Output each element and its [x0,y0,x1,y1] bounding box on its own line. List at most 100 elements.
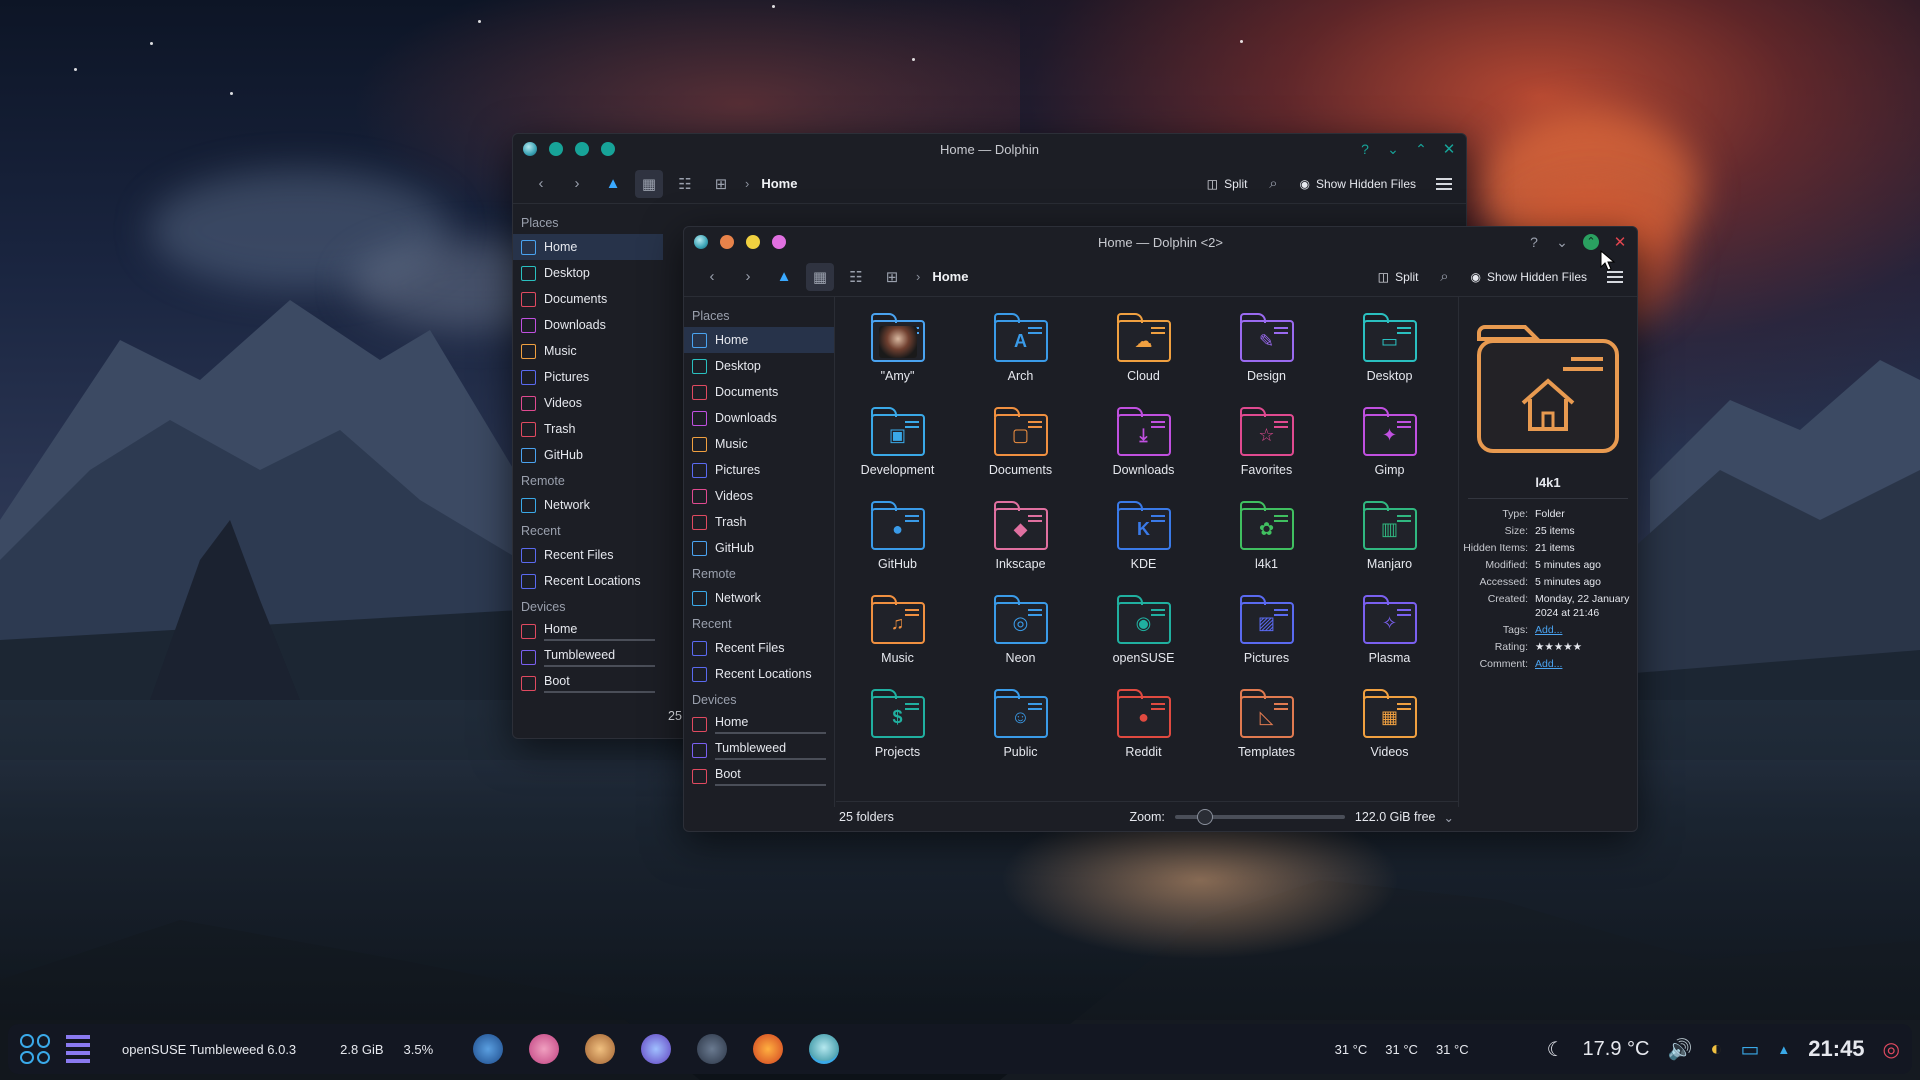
folder-item-downloads[interactable]: ⤓ Downloads [1082,397,1205,491]
sidebar-item-boot[interactable]: Boot [684,763,834,789]
window-dot-orange-icon[interactable] [720,235,734,249]
compact-view-icon[interactable]: ☷ [842,263,870,291]
back-icon[interactable]: ‹ [698,263,726,291]
details-view-icon[interactable]: ⊞ [707,170,735,198]
folder-item-videos[interactable]: ▦ Videos [1328,679,1451,773]
folder-item-desktop[interactable]: ▭ Desktop [1328,303,1451,397]
folder-item-l4k1[interactable]: ✿ l4k1 [1205,491,1328,585]
folder-item-cloud[interactable]: ☁ Cloud [1082,303,1205,397]
sidebar-item-home[interactable]: Home [513,618,663,644]
forward-icon[interactable]: › [734,263,762,291]
sidebar-item-videos[interactable]: Videos [513,390,663,416]
folder-item-templates[interactable]: ◺ Templates [1205,679,1328,773]
sidebar-item-trash[interactable]: Trash [684,509,834,535]
breadcrumb-home[interactable]: Home [932,269,968,284]
folder-item-kde[interactable]: K KDE [1082,491,1205,585]
memory-usage[interactable]: 2.8 GiB [340,1042,383,1057]
system-monitor-icon[interactable] [473,1034,504,1064]
network-icon[interactable]: ▭ [1740,1037,1759,1062]
cpu-usage[interactable]: 3.5% [404,1042,434,1057]
folder-item-gimp[interactable]: ✦ Gimp [1328,397,1451,491]
sidebar-item-tumbleweed[interactable]: Tumbleweed [684,737,834,763]
window-dot-pink-icon[interactable] [772,235,786,249]
breadcrumb-home[interactable]: Home [761,176,797,191]
volume-icon[interactable]: 🔊 [1667,1037,1692,1062]
sidebar-item-home[interactable]: Home [513,234,663,260]
zoom-slider[interactable] [1174,809,1345,825]
sidebar-item-downloads[interactable]: Downloads [513,312,663,338]
sidebar-item-network[interactable]: Network [513,492,663,518]
folder-item-public[interactable]: ☺ Public [959,679,1082,773]
split-button[interactable]: ◫ Split [1374,270,1423,284]
folder-item-amy[interactable]: "Amy" [836,303,959,397]
split-button[interactable]: ◫ Split [1203,177,1252,191]
sidebar-item-github[interactable]: GitHub [513,442,663,468]
sidebar-item-desktop[interactable]: Desktop [513,260,663,286]
folder-item-arch[interactable]: A Arch [959,303,1082,397]
folder-item-projects[interactable]: $ Projects [836,679,959,773]
folder-item-inkscape[interactable]: ◆ Inkscape [959,491,1082,585]
folder-item-documents[interactable]: ▢ Documents [959,397,1082,491]
sidebar-item-recent-locations[interactable]: Recent Locations [513,568,663,594]
back-icon[interactable]: ‹ [527,170,555,198]
kde-connect-icon[interactable]: ◐ [1710,1038,1722,1061]
zoom-slider-handle[interactable] [1196,809,1213,825]
folder-item-github[interactable]: ● GitHub [836,491,959,585]
app-launcher-icon[interactable] [20,1034,50,1064]
window-dot-icon[interactable] [601,142,615,156]
sidebar-item-home[interactable]: Home [684,711,834,737]
sidebar-item-recent-locations[interactable]: Recent Locations [684,661,834,687]
minimize-icon[interactable]: ⌄ [1555,234,1569,251]
folder-item-opensuse[interactable]: ◉ openSUSE [1082,585,1205,679]
folder-item-neon[interactable]: ◎ Neon [959,585,1082,679]
show-hidden-files-button[interactable]: ◉ Show Hidden Files [1295,177,1420,191]
sidebar-item-desktop[interactable]: Desktop [684,353,834,379]
window-dot-icon[interactable] [575,142,589,156]
sidebar-item-downloads[interactable]: Downloads [684,405,834,431]
up-icon[interactable]: ▲ [599,170,627,198]
firefox-icon[interactable] [753,1034,784,1064]
search-icon[interactable]: ⌕ [1259,170,1287,198]
folder-item-design[interactable]: ✎ Design [1205,303,1328,397]
sidebar-item-music[interactable]: Music [513,338,663,364]
dolphin-app-icon[interactable] [694,235,708,249]
sidebar-item-pictures[interactable]: Pictures [513,364,663,390]
app-icon-pink-orange[interactable] [529,1034,560,1064]
tray-expand-icon[interactable]: ▲ [1777,1042,1790,1057]
sidebar-item-music[interactable]: Music [684,431,834,457]
folder-item-manjaro[interactable]: ▥ Manjaro [1328,491,1451,585]
close-icon[interactable]: ✕ [1613,233,1627,251]
menu-icon[interactable] [1607,270,1623,283]
close-icon[interactable]: ✕ [1442,140,1456,158]
info-add-link[interactable]: Add... [1535,657,1636,671]
sidebar-item-documents[interactable]: Documents [513,286,663,312]
help-icon[interactable]: ? [1527,234,1541,250]
sidebar-item-recent-files[interactable]: Recent Files [684,635,834,661]
folder-item-plasma[interactable]: ✧ Plasma [1328,585,1451,679]
folder-item-favorites[interactable]: ☆ Favorites [1205,397,1328,491]
show-hidden-files-button[interactable]: ◉ Show Hidden Files [1466,270,1591,284]
details-view-icon[interactable]: ⊞ [878,263,906,291]
chevron-down-icon[interactable]: ⌄ [1444,810,1454,825]
sidebar-item-github[interactable]: GitHub [684,535,834,561]
search-icon[interactable]: ⌕ [1430,263,1458,291]
app-icon-blue-purple[interactable] [641,1034,672,1064]
sidebar-item-pictures[interactable]: Pictures [684,457,834,483]
task-manager-icon[interactable] [66,1035,90,1063]
weather-temp[interactable]: 17.9 °C [1583,1038,1650,1061]
menu-icon[interactable] [1436,177,1452,190]
sidebar-item-videos[interactable]: Videos [684,483,834,509]
icons-view-icon[interactable]: ▦ [635,169,663,198]
clock[interactable]: 21:45 [1808,1036,1864,1062]
gimp-icon[interactable] [585,1034,616,1064]
window-dot-yellow-icon[interactable] [746,235,760,249]
dolphin-taskbar-icon[interactable] [809,1034,840,1064]
help-icon[interactable]: ? [1358,141,1372,157]
folder-item-reddit[interactable]: ● Reddit [1082,679,1205,773]
maximize-icon[interactable]: ⌃ [1414,141,1428,158]
folder-item-pictures[interactable]: ▨ Pictures [1205,585,1328,679]
info-add-link[interactable]: Add... [1535,623,1636,637]
sidebar-item-network[interactable]: Network [684,585,834,611]
sidebar-item-boot[interactable]: Boot [513,670,663,696]
compact-view-icon[interactable]: ☷ [671,170,699,198]
